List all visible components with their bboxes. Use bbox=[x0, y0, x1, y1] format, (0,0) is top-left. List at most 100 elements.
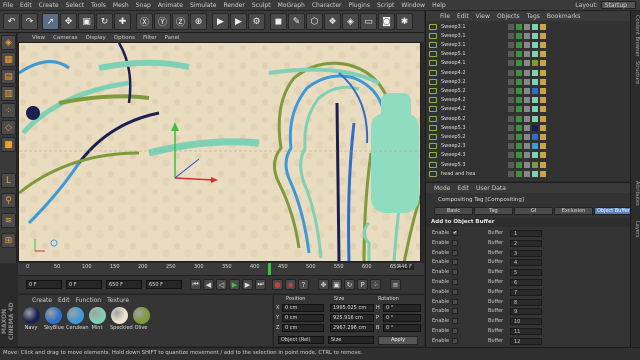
attribute-menu-edit[interactable]: Edit bbox=[457, 185, 469, 193]
keyframe-selection-icon[interactable]: ? bbox=[298, 279, 309, 290]
menu-item-file[interactable]: File bbox=[3, 2, 13, 9]
phong-tag-icon[interactable] bbox=[524, 133, 530, 140]
material-tag-icon[interactable] bbox=[532, 133, 538, 140]
light-icon[interactable]: ✱ bbox=[396, 13, 413, 30]
enable-checkbox[interactable]: ✔ bbox=[452, 230, 458, 236]
visibility-check-icon[interactable] bbox=[508, 69, 514, 76]
buffer-id-field[interactable]: 3 bbox=[510, 249, 542, 257]
object-menu-file[interactable]: File bbox=[440, 13, 450, 21]
enabled-check-icon[interactable] bbox=[516, 124, 522, 131]
material-tag-icon[interactable] bbox=[532, 152, 538, 159]
object-menu-tags[interactable]: Tags bbox=[527, 13, 540, 21]
polygons-mode-icon[interactable]: ■ bbox=[1, 137, 16, 152]
material-tag-icon[interactable] bbox=[532, 106, 538, 113]
visibility-check-icon[interactable] bbox=[508, 106, 514, 113]
compositing-tag-icon[interactable] bbox=[540, 60, 546, 67]
previous-key-icon[interactable]: ◀ bbox=[203, 279, 214, 290]
visibility-check-icon[interactable] bbox=[508, 51, 514, 58]
go-to-start-icon[interactable]: ⏮ bbox=[190, 279, 201, 290]
next-key-icon[interactable]: ▶ bbox=[242, 279, 253, 290]
menu-item-snap[interactable]: Snap bbox=[136, 2, 151, 9]
visibility-check-icon[interactable] bbox=[508, 133, 514, 140]
menu-item-sculpt[interactable]: Sculpt bbox=[252, 2, 271, 9]
buffer-id-field[interactable]: 10 bbox=[510, 318, 542, 326]
menu-item-animate[interactable]: Animate bbox=[158, 2, 183, 9]
side-tab-attributes[interactable]: Attributes bbox=[632, 181, 640, 206]
rotation-field[interactable]: 0 ° bbox=[383, 324, 421, 332]
snap-icon[interactable]: ⚲ bbox=[1, 193, 16, 208]
side-tab-structure[interactable]: Structure bbox=[632, 61, 640, 84]
z-axis-lock-icon[interactable]: Ⓩ bbox=[172, 13, 189, 30]
workplane-icon[interactable]: ▥ bbox=[1, 86, 16, 101]
enabled-check-icon[interactable] bbox=[516, 106, 522, 113]
material-tag-icon[interactable] bbox=[532, 97, 538, 104]
object-row[interactable]: Sweep5.3 bbox=[426, 160, 631, 169]
enabled-check-icon[interactable] bbox=[516, 97, 522, 104]
menu-item-render[interactable]: Render bbox=[223, 2, 244, 9]
side-tab-content-browser[interactable]: Content Browser bbox=[632, 15, 640, 57]
material-tag-icon[interactable] bbox=[532, 69, 538, 76]
cube-icon[interactable]: ◼ bbox=[270, 13, 287, 30]
position-key-icon[interactable]: ✥ bbox=[318, 279, 329, 290]
timeline-menu-icon[interactable]: ≡ bbox=[390, 279, 401, 290]
menu-item-create[interactable]: Create bbox=[39, 2, 59, 9]
compositing-tag-icon[interactable] bbox=[540, 51, 546, 58]
material-tag-icon[interactable] bbox=[532, 32, 538, 39]
menu-item-character[interactable]: Character bbox=[312, 2, 342, 9]
phong-tag-icon[interactable] bbox=[524, 143, 530, 150]
compositing-tag-icon[interactable] bbox=[540, 69, 546, 76]
viewport-menu-panel[interactable]: Panel bbox=[165, 35, 180, 41]
visibility-check-icon[interactable] bbox=[508, 23, 514, 30]
enable-checkbox[interactable] bbox=[452, 279, 458, 285]
object-menu-bookmarks[interactable]: Bookmarks bbox=[547, 13, 581, 21]
enabled-check-icon[interactable] bbox=[516, 152, 522, 159]
enabled-check-icon[interactable] bbox=[516, 133, 522, 140]
enable-checkbox[interactable] bbox=[452, 298, 458, 305]
redo-icon[interactable]: ↷ bbox=[21, 13, 38, 30]
visibility-check-icon[interactable] bbox=[508, 161, 514, 168]
buffer-id-field[interactable]: 4 bbox=[510, 259, 542, 267]
phong-tag-icon[interactable] bbox=[524, 161, 530, 168]
buffer-id-field[interactable]: 8 bbox=[510, 298, 542, 306]
edges-mode-icon[interactable]: ◇ bbox=[1, 120, 16, 135]
enabled-check-icon[interactable] bbox=[516, 41, 522, 48]
enable-checkbox[interactable] bbox=[452, 259, 458, 266]
start-frame-field[interactable]: 0 F bbox=[26, 280, 62, 289]
enabled-check-icon[interactable] bbox=[516, 78, 522, 85]
size-mode-dropdown[interactable]: Size bbox=[328, 336, 374, 344]
menu-item-edit[interactable]: Edit bbox=[20, 2, 32, 9]
render-view-icon[interactable]: ▶ bbox=[212, 13, 229, 30]
max-frame-field[interactable]: 650 F bbox=[146, 280, 182, 289]
material-tag-icon[interactable] bbox=[532, 41, 538, 48]
material-tag-icon[interactable] bbox=[532, 60, 538, 67]
material-tag-icon[interactable] bbox=[532, 161, 538, 168]
visibility-check-icon[interactable] bbox=[508, 115, 514, 122]
attribute-menu-mode[interactable]: Mode bbox=[434, 185, 450, 193]
recent-tool-icon[interactable]: ✚ bbox=[114, 13, 131, 30]
object-menu-view[interactable]: View bbox=[476, 13, 490, 21]
compositing-tag-icon[interactable] bbox=[540, 23, 546, 30]
material-tag-icon[interactable] bbox=[532, 170, 538, 177]
undo-icon[interactable]: ↶ bbox=[3, 13, 20, 30]
menu-item-window[interactable]: Window bbox=[401, 2, 425, 9]
buffer-id-field[interactable]: 1 bbox=[510, 230, 542, 237]
world-coordinate-icon[interactable]: ⊕ bbox=[190, 13, 207, 30]
phong-tag-icon[interactable] bbox=[524, 106, 530, 113]
material-tag-icon[interactable] bbox=[532, 124, 538, 131]
enable-checkbox[interactable] bbox=[452, 308, 458, 315]
enabled-check-icon[interactable] bbox=[516, 60, 522, 67]
enabled-check-icon[interactable] bbox=[516, 32, 522, 39]
visibility-check-icon[interactable] bbox=[508, 32, 514, 39]
object-menu-objects[interactable]: Objects bbox=[497, 13, 520, 21]
buffer-id-field[interactable]: 2 bbox=[510, 239, 542, 247]
size-field[interactable]: 925.916 cm bbox=[330, 314, 374, 322]
compositing-tag-icon[interactable] bbox=[540, 41, 546, 48]
compositing-tag-icon[interactable] bbox=[540, 106, 546, 113]
model-mode-icon[interactable]: ▦ bbox=[1, 52, 16, 67]
deformer-icon[interactable]: ◈ bbox=[342, 13, 359, 30]
phong-tag-icon[interactable] bbox=[524, 124, 530, 131]
object-row[interactable]: Sweep5.3 bbox=[426, 123, 631, 132]
current-frame-field[interactable]: 0 F bbox=[66, 280, 102, 289]
texture-mode-icon[interactable]: ▤ bbox=[1, 69, 16, 84]
enabled-check-icon[interactable] bbox=[516, 115, 522, 122]
